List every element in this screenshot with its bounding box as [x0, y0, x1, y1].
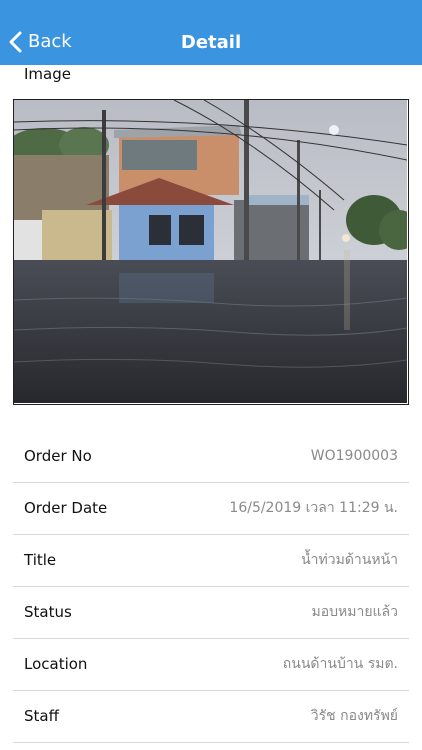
detail-value: มอบหมายแล้ว	[311, 604, 398, 620]
page-title: Detail	[180, 32, 242, 53]
detail-row-staff: Staff วิรัช กองทรัพย์	[13, 691, 409, 743]
detail-label: Title	[24, 551, 57, 569]
detail-row-order-date: Order Date 16/5/2019 เวลา 11:29 น.	[13, 483, 409, 535]
detail-label: Order No	[24, 447, 92, 465]
image-section-label: Image	[24, 65, 71, 83]
detail-label: Staff	[24, 707, 59, 725]
detail-label: Order Date	[24, 499, 108, 517]
detail-value: 16/5/2019 เวลา 11:29 น.	[229, 500, 398, 516]
detail-row-location: Location ถนนด้านบ้าน รมต.	[13, 639, 409, 691]
order-details-list: Order No WO1900003 Order Date 16/5/2019 …	[0, 431, 422, 743]
detail-value: น้ำท่วมด้านหน้า	[301, 552, 398, 568]
detail-label: Location	[24, 655, 88, 673]
detail-row-status: Status มอบหมายแล้ว	[13, 587, 409, 639]
detail-row-order-no: Order No WO1900003	[13, 431, 409, 483]
detail-row-title: Title น้ำท่วมด้านหน้า	[13, 535, 409, 587]
detail-value: ถนนด้านบ้าน รมต.	[282, 656, 398, 672]
navigation-bar: Back Detail	[0, 0, 422, 65]
detail-value: วิรัช กองทรัพย์	[310, 708, 398, 724]
detail-value: WO1900003	[310, 448, 398, 464]
detail-label: Status	[24, 603, 72, 621]
order-photo[interactable]	[13, 99, 409, 405]
